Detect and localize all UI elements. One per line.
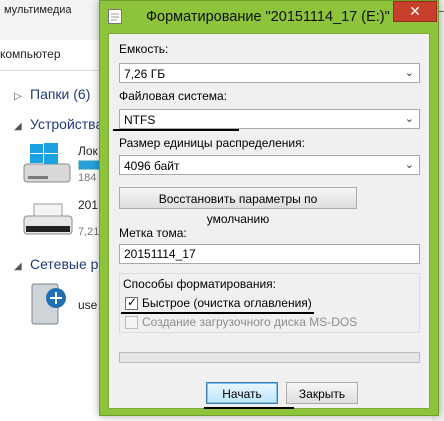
drive-label: 201: [78, 198, 99, 212]
quick-format-label: Быстрое (очистка оглавления): [142, 296, 312, 310]
section-network[interactable]: ◢ Сетевые р: [14, 256, 98, 272]
close-icon[interactable]: ✕: [393, 1, 437, 22]
dialog-title: Форматирование "20151114_17 (E:)": [146, 9, 390, 25]
volume-label-caption: Метка тома:: [119, 226, 187, 240]
cluster-select[interactable]: 4096 байт ⌄: [119, 155, 420, 175]
section-devices[interactable]: ◢ Устройства: [14, 116, 103, 132]
volume-label-input[interactable]: [120, 245, 419, 263]
drive-label: Лок: [78, 144, 98, 158]
start-button[interactable]: Начать: [206, 382, 278, 404]
format-options-label: Способы форматирования:: [123, 277, 276, 291]
capacity-select[interactable]: 7,26 ГБ ⌄: [119, 63, 420, 83]
close-button[interactable]: Закрыть: [286, 382, 358, 404]
restore-defaults-button[interactable]: Восстановить параметры по умолчанию: [119, 187, 357, 226]
checkmark-icon: ✓: [127, 295, 138, 309]
filesystem-value: NTFS: [124, 113, 156, 127]
removable-drive-icon: [23, 203, 73, 235]
ribbon-text: мультимедиа: [4, 4, 72, 16]
annotation-underline: [113, 129, 239, 131]
filesystem-label: Файловая система:: [119, 89, 228, 103]
drive-item-usb[interactable]: 201 7,21: [22, 196, 102, 242]
chevron-down-icon: ◢: [14, 261, 22, 272]
document-icon: [108, 9, 122, 24]
drive-size: 7,21: [78, 226, 100, 238]
msdos-checkbox: [125, 316, 138, 329]
chevron-down-icon: ⌄: [404, 159, 414, 171]
capacity-value: 7,26 ГБ: [124, 67, 166, 81]
windows-drive-icon: [23, 143, 71, 183]
cluster-value: 4096 байт: [124, 159, 180, 173]
annotation-underline: [204, 407, 294, 409]
chevron-down-icon: ⌄: [404, 67, 414, 79]
network-computer-icon: [31, 283, 66, 325]
format-progress-bar: [119, 352, 420, 363]
annotation-underline: [121, 312, 314, 314]
capacity-label: Емкость:: [119, 42, 169, 56]
address-text: компьютер: [0, 47, 61, 61]
chevron-down-icon: ◢: [14, 121, 22, 132]
filesystem-select[interactable]: NTFS ⌄: [119, 109, 420, 129]
network-item[interactable]: use: [22, 282, 102, 328]
network-label: use: [78, 298, 98, 312]
format-dialog: Форматирование "20151114_17 (E:)" ✕ Емко…: [99, 0, 439, 416]
cluster-label: Размер единицы распределения:: [119, 136, 305, 150]
volume-label-field[interactable]: [119, 244, 420, 264]
drive-item-local[interactable]: Лок 184: [22, 142, 104, 188]
msdos-label: Создание загрузочного диска MS-DOS: [142, 315, 358, 329]
quick-format-checkbox[interactable]: ✓: [125, 295, 138, 310]
dialog-client-area: Емкость: 7,26 ГБ ⌄ Файловая система: NTF…: [108, 33, 430, 409]
section-folders[interactable]: ▷ Папки (6): [14, 86, 90, 102]
drive-size: 184: [78, 172, 97, 184]
title-bar[interactable]: Форматирование "20151114_17 (E:)" ✕: [100, 1, 438, 33]
chevron-down-icon: ⌄: [404, 113, 414, 125]
chevron-right-icon: ▷: [14, 91, 22, 102]
